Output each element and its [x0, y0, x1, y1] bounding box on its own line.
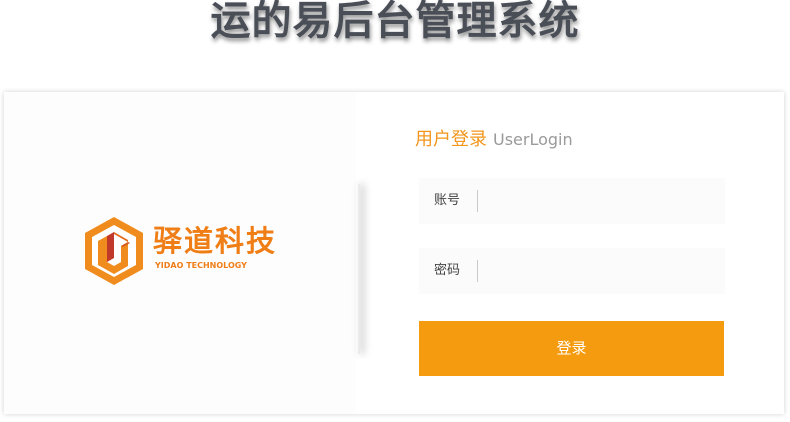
brand-logo: 驿道科技 YIDAO TECHNOLOGY	[82, 215, 292, 287]
account-separator	[477, 190, 478, 212]
account-field: 账号	[419, 178, 725, 224]
brand-panel: 驿道科技 YIDAO TECHNOLOGY	[4, 92, 356, 414]
brand-name-cn: 驿道科技	[153, 224, 278, 258]
login-heading: 用户登录 UserLogin	[415, 128, 573, 152]
login-heading-cn: 用户登录	[415, 129, 487, 150]
login-page: 运的易后台管理系统 驿道科技 YIDAO TECHNOLOGY 用户登录 Use…	[0, 0, 790, 422]
hexagon-logo-icon	[85, 217, 143, 285]
password-input[interactable]	[483, 256, 717, 288]
panel-divider	[356, 184, 360, 354]
brand-name-en: YIDAO TECHNOLOGY	[155, 261, 247, 270]
account-label: 账号	[434, 193, 461, 208]
login-card: 驿道科技 YIDAO TECHNOLOGY 用户登录 UserLogin 账号 密…	[4, 92, 784, 414]
account-input[interactable]	[483, 186, 717, 218]
login-button[interactable]: 登录	[419, 321, 724, 376]
password-field: 密码	[419, 248, 725, 294]
page-title: 运的易后台管理系统	[210, 0, 580, 44]
password-label: 密码	[434, 263, 461, 278]
password-separator	[477, 260, 478, 282]
login-heading-en: UserLogin	[493, 130, 573, 149]
